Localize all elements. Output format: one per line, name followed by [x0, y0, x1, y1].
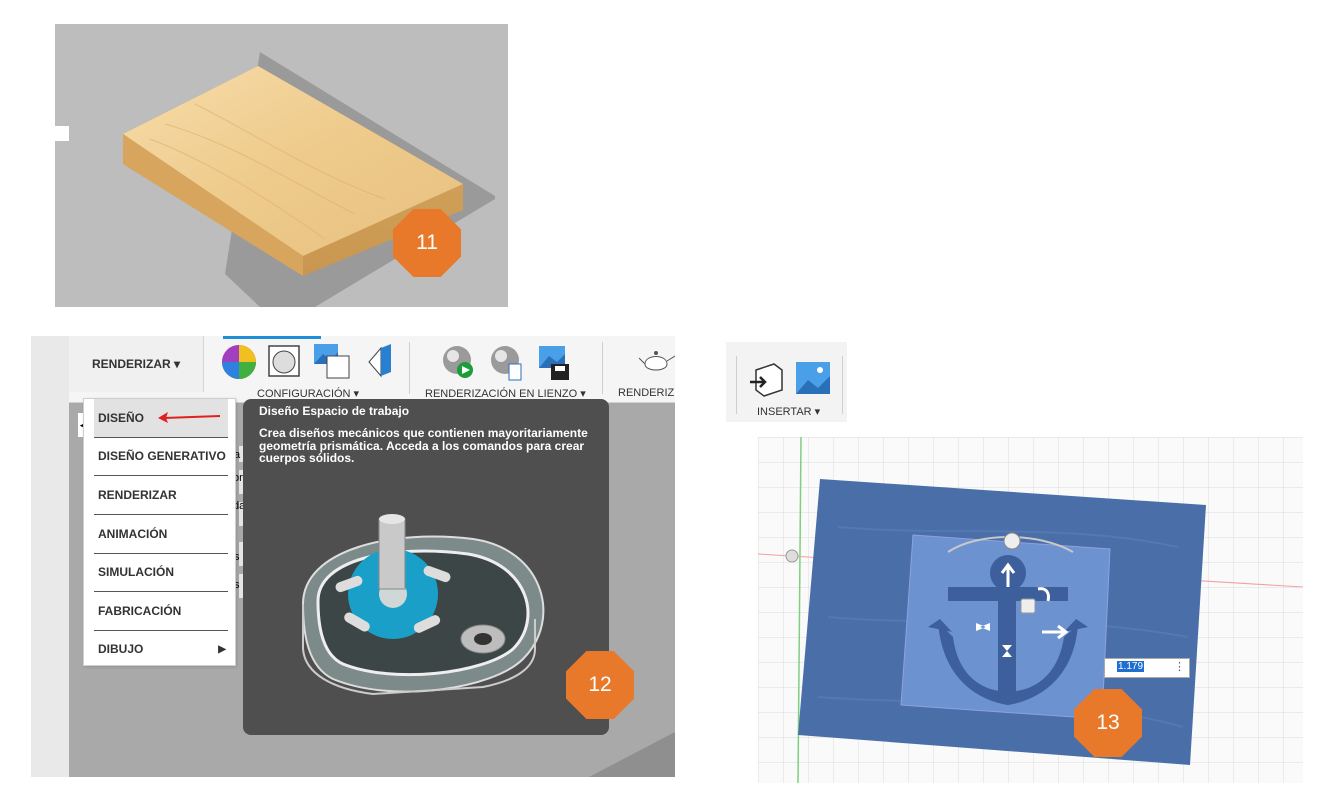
- step-badge-text: 12: [588, 673, 612, 696]
- menu-item-label: FABRICACIÓN: [98, 604, 182, 618]
- origin-point-icon[interactable]: [785, 549, 799, 563]
- menu-item-label: DISEÑO: [98, 411, 145, 425]
- insert-derive-icon[interactable]: [750, 363, 783, 397]
- render-group-label[interactable]: RENDERIZ: [618, 387, 674, 399]
- insert-icons: [750, 362, 830, 397]
- workspace-tooltip: Diseño Espacio de trabajo Crea diseños m…: [243, 399, 609, 735]
- annotation-arrow-icon: [158, 412, 221, 423]
- left-strip: [31, 336, 69, 777]
- fusion-ui-panel-12: a on da s s RENDERIZAR ▾ ◂ CONFIGURACIÓN…: [31, 336, 675, 777]
- tooltip-title: Diseño Espacio de trabajo: [259, 404, 410, 418]
- menu-item-animacion[interactable]: ANIMACIÓN: [94, 515, 228, 554]
- menu-item-label: RENDERIZAR: [98, 488, 177, 502]
- appearance-icon[interactable]: [222, 345, 256, 379]
- menu-item-label: ANIMACIÓN: [98, 527, 168, 541]
- workspace-switcher-label: RENDERIZAR ▾: [91, 357, 181, 371]
- decal-viewport-13: 1.179 ⋮ 13: [758, 437, 1303, 783]
- toolbar-separator: [409, 342, 410, 394]
- insert-group-label[interactable]: INSERTAR ▾: [757, 405, 820, 418]
- step-badge-text: 13: [1096, 711, 1120, 734]
- teapot-render-icon[interactable]: [637, 344, 675, 378]
- scene-settings-icon[interactable]: [268, 345, 300, 377]
- active-tab-indicator: [223, 336, 321, 339]
- workspace-menu: DISEÑO DISEÑO GENERATIVO RENDERIZAR ANIM…: [83, 398, 236, 666]
- rotate-handle-icon[interactable]: [1003, 532, 1021, 550]
- submenu-arrow-icon: ▶: [218, 643, 226, 655]
- menu-item-label: DISEÑO GENERATIVO: [98, 449, 226, 463]
- decal-icon[interactable]: [368, 344, 391, 378]
- step-badge-text: 11: [416, 231, 438, 254]
- menu-item-fabricacion[interactable]: FABRICACIÓN: [94, 592, 228, 631]
- value-input-box[interactable]: 1.179 ⋮: [1104, 658, 1190, 678]
- decal-scene: [758, 437, 1303, 783]
- insert-toolbar: INSERTAR ▾: [726, 342, 847, 422]
- menu-item-label: DIBUJO: [98, 642, 144, 656]
- in-canvas-render-icons: [443, 346, 569, 381]
- viewcube-edge: [55, 126, 69, 141]
- value-input-text[interactable]: 1.179: [1117, 661, 1145, 672]
- step-badge-11: 11: [393, 209, 461, 277]
- menu-item-simulacion[interactable]: SIMULACIÓN: [94, 553, 228, 592]
- toolbar-separator: [602, 342, 603, 394]
- gear-housing-illustration: [301, 514, 545, 696]
- start-render-icon[interactable]: [443, 346, 473, 378]
- more-options-icon[interactable]: ⋮: [1174, 660, 1185, 673]
- toolbar-separator: [842, 356, 843, 414]
- render-settings-icon[interactable]: [491, 346, 522, 381]
- center-move-handle[interactable]: [1020, 598, 1036, 614]
- tooltip-description: Crea diseños mecánicos que contienen may…: [259, 426, 588, 465]
- menu-item-diseno-generativo[interactable]: DISEÑO GENERATIVO: [94, 437, 228, 476]
- menu-item-dibujo[interactable]: DIBUJO ▶: [94, 630, 228, 668]
- workspace-switcher-button[interactable]: RENDERIZAR ▾: [69, 336, 204, 392]
- toolbar-separator: [736, 356, 737, 414]
- step-badge-12: 12: [566, 651, 634, 719]
- texture-map-icon[interactable]: [314, 344, 350, 379]
- insert-decal-icon[interactable]: [796, 362, 830, 394]
- render-viewport-11: 11: [55, 24, 508, 307]
- configuration-icons: [222, 344, 391, 379]
- menu-item-renderizar[interactable]: RENDERIZAR: [94, 476, 228, 515]
- menu-item-label: SIMULACIÓN: [98, 565, 174, 579]
- capture-image-icon[interactable]: [539, 346, 569, 380]
